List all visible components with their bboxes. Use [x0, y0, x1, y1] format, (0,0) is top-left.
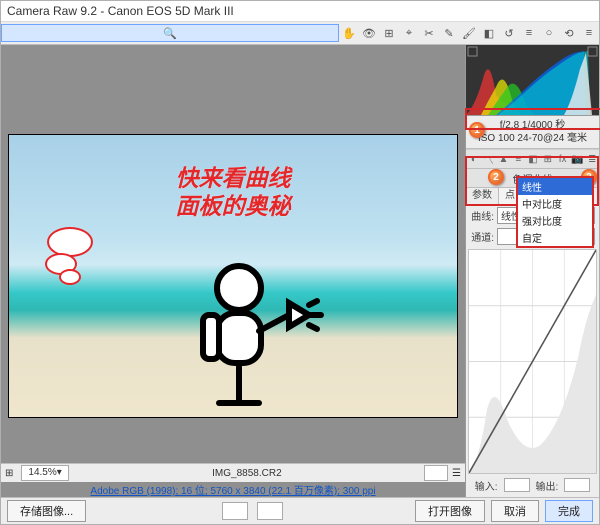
top-toolbar: 🔍 ✋ 👁 ⊞ ⌖ ✂ ✎ 🖌 ◧ ↺ ≡ ○ ⟲ ≡ [1, 22, 599, 45]
workflow-link[interactable]: Adobe RGB (1998); 16 位; 5760 x 3840 (22.… [1, 482, 465, 497]
subtab-parametric[interactable]: 参数 [466, 188, 498, 204]
channel-label: 通道: [470, 229, 494, 244]
radial-filter-icon[interactable]: ○ [539, 24, 559, 42]
callout-badge-2: 2 [488, 169, 504, 185]
hsl-tab-icon[interactable]: ≡ [511, 152, 525, 166]
annotation-line2: 面板的奥秘 [9, 187, 457, 221]
hand-tool-icon[interactable]: ✋ [339, 24, 359, 42]
panel-tabs: ◐ 〽 ▲ ≡ ◧ ⊞ fx 📷 ≣ [466, 149, 599, 169]
white-balance-icon[interactable]: 👁 [359, 24, 379, 42]
lens-tab-icon[interactable]: ⊞ [541, 152, 555, 166]
footer-option-a[interactable] [222, 502, 248, 520]
detail-tab-icon[interactable]: ▲ [497, 152, 511, 166]
menu-icon[interactable]: ☰ [448, 468, 465, 479]
output-value-box [564, 478, 590, 492]
camera-tab-icon[interactable]: 📷 [570, 152, 584, 166]
speech-bubble-icon [47, 227, 93, 257]
grid-toggle-icon[interactable]: ⊞ [1, 468, 17, 479]
graduated-filter-icon[interactable]: ≡ [519, 24, 539, 42]
basic-tab-icon[interactable]: ◐ [467, 152, 481, 166]
cancel-button[interactable]: 取消 [491, 500, 539, 522]
window-title: Camera Raw 9.2 - Canon EOS 5D Mark III [1, 1, 599, 22]
rotate-ccw-icon[interactable]: ⟲ [559, 24, 579, 42]
astronaut-icon [159, 243, 329, 413]
save-image-button[interactable]: 存储图像... [7, 500, 86, 522]
rotate-cw-icon[interactable]: ≡ [579, 24, 599, 42]
preview-status-bar: ⊞ 14.5%▾ IMG_8858.CR2 ☰ [1, 463, 465, 482]
filmstrip-toggle-icon[interactable] [424, 465, 448, 481]
color-sampler-icon[interactable]: ⊞ [379, 24, 399, 42]
straighten-icon[interactable]: ✎ [439, 24, 459, 42]
option-strong-contrast[interactable]: 强对比度 [518, 212, 592, 229]
curve-preset-dropdown: 线性 中对比度 强对比度 自定 [516, 176, 594, 248]
open-image-button[interactable]: 打开图像 [415, 500, 485, 522]
zoom-tool-icon[interactable]: 🔍 [1, 24, 339, 42]
redeye-icon[interactable]: ◧ [479, 24, 499, 42]
done-button[interactable]: 完成 [545, 500, 593, 522]
fx-tab-icon[interactable]: fx [556, 152, 570, 166]
filename: IMG_8858.CR2 [73, 468, 421, 479]
image-preview[interactable]: 快来看曲线 面板的奥秘 [1, 45, 465, 463]
tone-curve-graph[interactable] [468, 249, 597, 474]
curve-label: 曲线: [470, 208, 494, 223]
speech-bubble-icon [59, 269, 81, 285]
callout-badge-1: 1 [469, 122, 485, 138]
curve-tab-icon[interactable]: 〽 [482, 152, 496, 166]
option-medium-contrast[interactable]: 中对比度 [518, 195, 592, 212]
adjustment-brush-icon[interactable]: ↺ [499, 24, 519, 42]
zoom-select[interactable]: 14.5%▾ [21, 465, 68, 481]
preset-tab-icon[interactable]: ≣ [585, 152, 599, 166]
target-adjust-icon[interactable]: ⌖ [399, 24, 419, 42]
curve-io-readout: 输入: 输出: [466, 476, 599, 497]
spot-removal-icon[interactable]: 🖌 [459, 24, 479, 42]
footer: 存储图像... 打开图像 取消 完成 [1, 497, 599, 524]
crop-tool-icon[interactable]: ✂ [419, 24, 439, 42]
chevron-down-icon: ▾ [57, 466, 62, 480]
histogram[interactable] [466, 45, 599, 116]
exif-info: 1 f/2.8 1/4000 秒 ISO 100 24-70@24 毫米 [466, 116, 599, 149]
split-tab-icon[interactable]: ◧ [526, 152, 540, 166]
footer-option-b[interactable] [257, 502, 283, 520]
option-linear[interactable]: 线性 [518, 178, 592, 195]
option-custom[interactable]: 自定 [518, 229, 592, 246]
input-value-box [504, 478, 530, 492]
